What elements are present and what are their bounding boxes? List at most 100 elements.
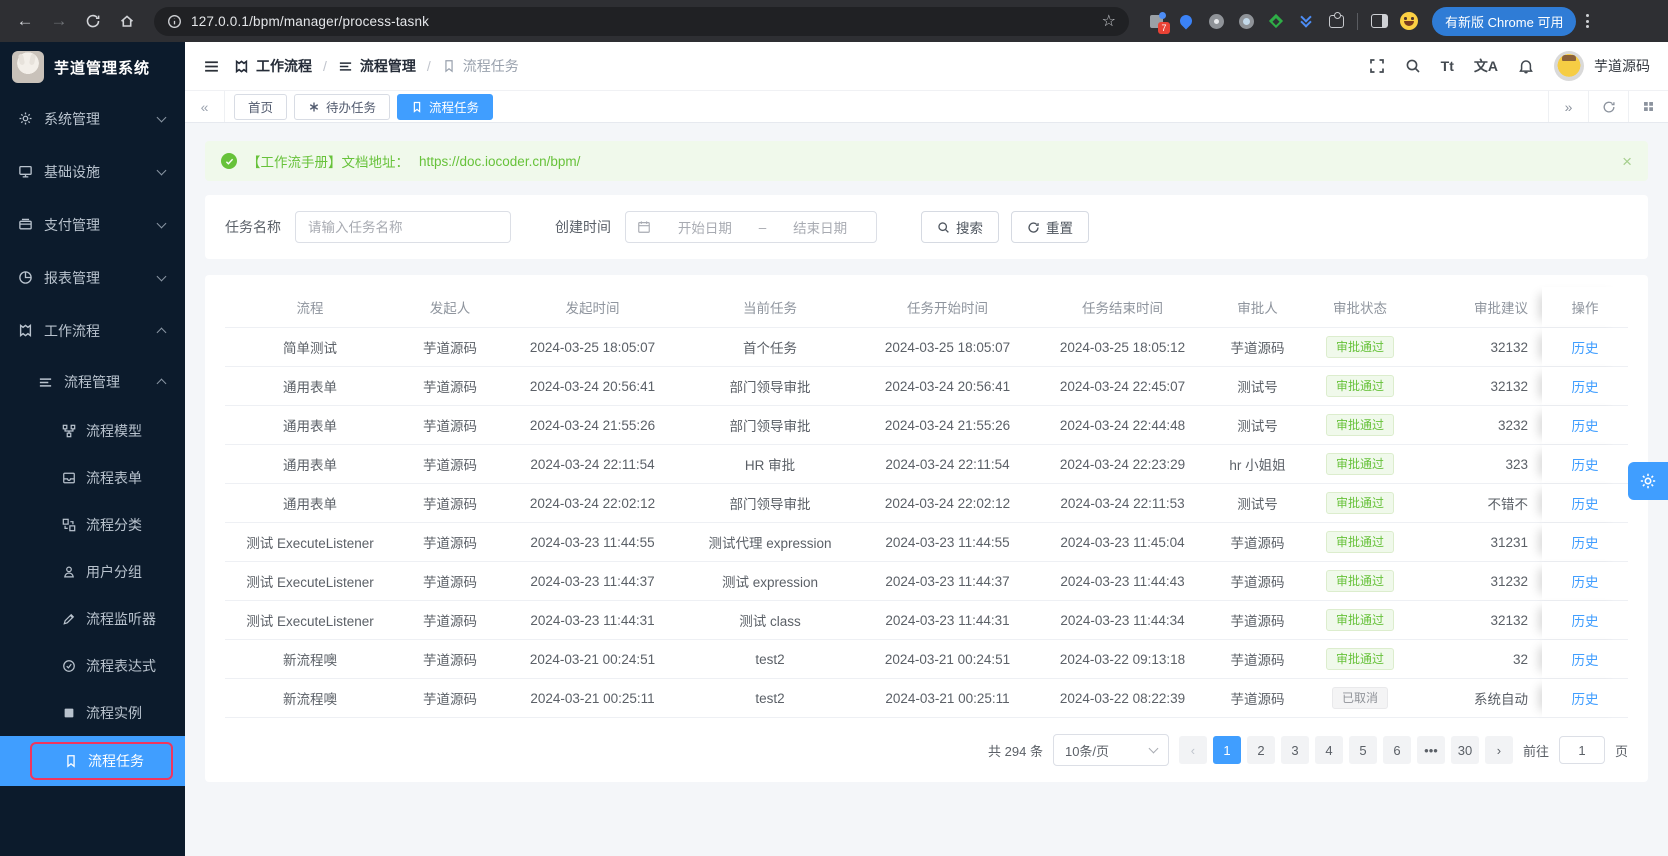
search-icon[interactable] <box>1405 58 1421 74</box>
sidebar-item-label: 流程管理 <box>64 374 120 390</box>
bookmark-star-icon[interactable]: ☆ <box>1102 11 1116 31</box>
pager-page-3[interactable]: 3 <box>1280 736 1309 764</box>
column-header: 任务结束时间 <box>1082 301 1163 316</box>
sidebar-item-workflow[interactable]: 工作流程 <box>0 304 185 357</box>
search-button[interactable]: 搜索 <box>921 211 999 243</box>
pager-page-5[interactable]: 5 <box>1348 736 1377 764</box>
history-link[interactable]: 历史 <box>1572 415 1599 435</box>
browser-back-icon[interactable]: ← <box>12 8 38 34</box>
alert-text: 【工作流手册】文档地址： <box>247 155 409 170</box>
history-link[interactable]: 历史 <box>1572 454 1599 474</box>
start-date-placeholder[interactable]: 开始日期 <box>660 217 750 237</box>
page-size-select[interactable]: 10条/页 <box>1052 734 1169 766</box>
column-header: 当前任务 <box>743 301 797 316</box>
sidebar-item-process-task[interactable]: 流程任务 <box>0 736 185 786</box>
pencil-icon <box>62 612 76 626</box>
cell-start-time: 2024-03-23 11:44:55 <box>530 534 655 550</box>
tabs-layout-icon[interactable] <box>1628 91 1668 122</box>
bell-icon[interactable] <box>1518 58 1534 74</box>
history-link[interactable]: 历史 <box>1572 610 1599 630</box>
url-text[interactable]: 127.0.0.1/bpm/manager/process-tasnk <box>191 14 1093 29</box>
theme-settings-button[interactable] <box>1628 462 1668 500</box>
cell-action: 历史 <box>1542 601 1628 639</box>
sidebar-item-report[interactable]: 报表管理 <box>0 251 185 304</box>
extension-grid-icon[interactable]: 7 <box>1147 11 1170 34</box>
pager-page-30[interactable]: 30 <box>1450 736 1479 764</box>
sidebar-item-infra[interactable]: 基础设施 <box>0 145 185 198</box>
sidebar-item-process-expression[interactable]: 流程表达式 <box>0 642 185 689</box>
extension-pinwheel-icon[interactable] <box>1267 12 1285 30</box>
history-link[interactable]: 历史 <box>1572 688 1599 708</box>
pager-page-2[interactable]: 2 <box>1246 736 1275 764</box>
sidebar-item-process-listener[interactable]: 流程监听器 <box>0 595 185 642</box>
site-info-icon[interactable] <box>167 14 182 29</box>
alert-doc-link[interactable]: https://doc.iocoder.cn/bpm/ <box>419 154 580 169</box>
profile-emoji-avatar[interactable] <box>1400 12 1418 30</box>
history-link[interactable]: 历史 <box>1572 571 1599 591</box>
pager-page-1[interactable]: 1 <box>1212 736 1241 764</box>
history-link[interactable]: 历史 <box>1572 493 1599 513</box>
history-link[interactable]: 历史 <box>1572 532 1599 552</box>
browser-forward-icon[interactable]: → <box>46 8 72 34</box>
side-panel-icon[interactable] <box>1370 12 1388 30</box>
locale-icon[interactable]: 文A <box>1474 56 1498 76</box>
extension-balloon-icon[interactable] <box>1177 12 1195 30</box>
tabs-scroll-right-icon[interactable]: » <box>1548 91 1588 122</box>
pager-next-icon[interactable]: › <box>1484 736 1513 764</box>
sidebar-item-process-form[interactable]: 流程表单 <box>0 454 185 501</box>
chrome-update-button[interactable]: 有新版 Chrome 可用 <box>1432 6 1577 36</box>
sidebar-item-process-instance[interactable]: 流程实例 <box>0 689 185 736</box>
end-date-placeholder[interactable]: 结束日期 <box>775 217 865 237</box>
browser-menu-icon[interactable] <box>1586 14 1590 28</box>
sidebar-item-process-model[interactable]: 流程模型 <box>0 407 185 454</box>
bookmark-icon <box>64 754 78 768</box>
extension-chevrons-icon[interactable] <box>1297 10 1315 30</box>
sidebar-item-process-manage[interactable]: 流程管理 <box>0 357 185 407</box>
history-link[interactable]: 历史 <box>1572 376 1599 396</box>
sidebar-item-user-group[interactable]: 用户分组 <box>0 548 185 595</box>
cell-action: 历史 <box>1542 640 1628 678</box>
pager-page-4[interactable]: 4 <box>1314 736 1343 764</box>
font-size-icon[interactable]: Tt <box>1441 58 1454 74</box>
cell-action: 历史 <box>1542 523 1628 561</box>
cell-process: 通用表单 <box>283 458 337 473</box>
list-icon <box>338 59 353 74</box>
history-link[interactable]: 历史 <box>1572 649 1599 669</box>
browser-home-icon[interactable] <box>114 8 140 34</box>
chevron-down-icon <box>156 271 167 281</box>
user-avatar[interactable] <box>1554 51 1584 81</box>
tab-home[interactable]: 首页 <box>234 93 288 120</box>
breadcrumb-process-manage[interactable]: 流程管理 <box>338 56 416 76</box>
sidebar-item-payment[interactable]: 支付管理 <box>0 198 185 251</box>
tabs-scroll-left-icon[interactable]: « <box>185 91 225 122</box>
reset-button[interactable]: 重置 <box>1011 211 1089 243</box>
goto-page-input[interactable] <box>1558 736 1605 764</box>
tab-todo-task[interactable]: 待办任务 <box>294 93 391 120</box>
task-name-input[interactable] <box>295 211 511 243</box>
username[interactable]: 芋道源码 <box>1594 56 1650 76</box>
history-link[interactable]: 历史 <box>1572 337 1599 357</box>
workflow-icon <box>18 323 33 338</box>
tab-process-task[interactable]: 流程任务 <box>397 93 494 120</box>
extension-dot-icon[interactable] <box>1237 12 1255 30</box>
sidebar-item-process-category[interactable]: 流程分类 <box>0 501 185 548</box>
sidebar-item-system[interactable]: 系统管理 <box>0 92 185 145</box>
browser-refresh-icon[interactable] <box>80 8 106 34</box>
close-icon[interactable]: × <box>1622 153 1632 170</box>
extension-circle-icon[interactable] <box>1207 12 1225 30</box>
hamburger-icon[interactable] <box>203 58 220 75</box>
fullscreen-icon[interactable] <box>1369 58 1385 74</box>
gear-icon <box>1639 472 1657 490</box>
refresh-icon <box>1027 221 1040 234</box>
extensions-puzzle-icon[interactable] <box>1327 11 1345 30</box>
pager-prev-icon[interactable]: ‹ <box>1178 736 1207 764</box>
url-bar[interactable]: 127.0.0.1/bpm/manager/process-tasnk ☆ <box>154 6 1129 36</box>
date-range-input[interactable]: 开始日期 – 结束日期 <box>625 211 877 243</box>
cell-starter: 芋道源码 <box>423 614 477 629</box>
pager-more-icon[interactable]: ••• <box>1416 736 1445 764</box>
cell-process: 测试 ExecuteListener <box>246 614 374 629</box>
tabs-refresh-icon[interactable] <box>1588 91 1628 122</box>
chevron-down-icon <box>1148 743 1159 754</box>
breadcrumb-workflow[interactable]: 工作流程 <box>234 56 312 76</box>
pager-page-6[interactable]: 6 <box>1382 736 1411 764</box>
